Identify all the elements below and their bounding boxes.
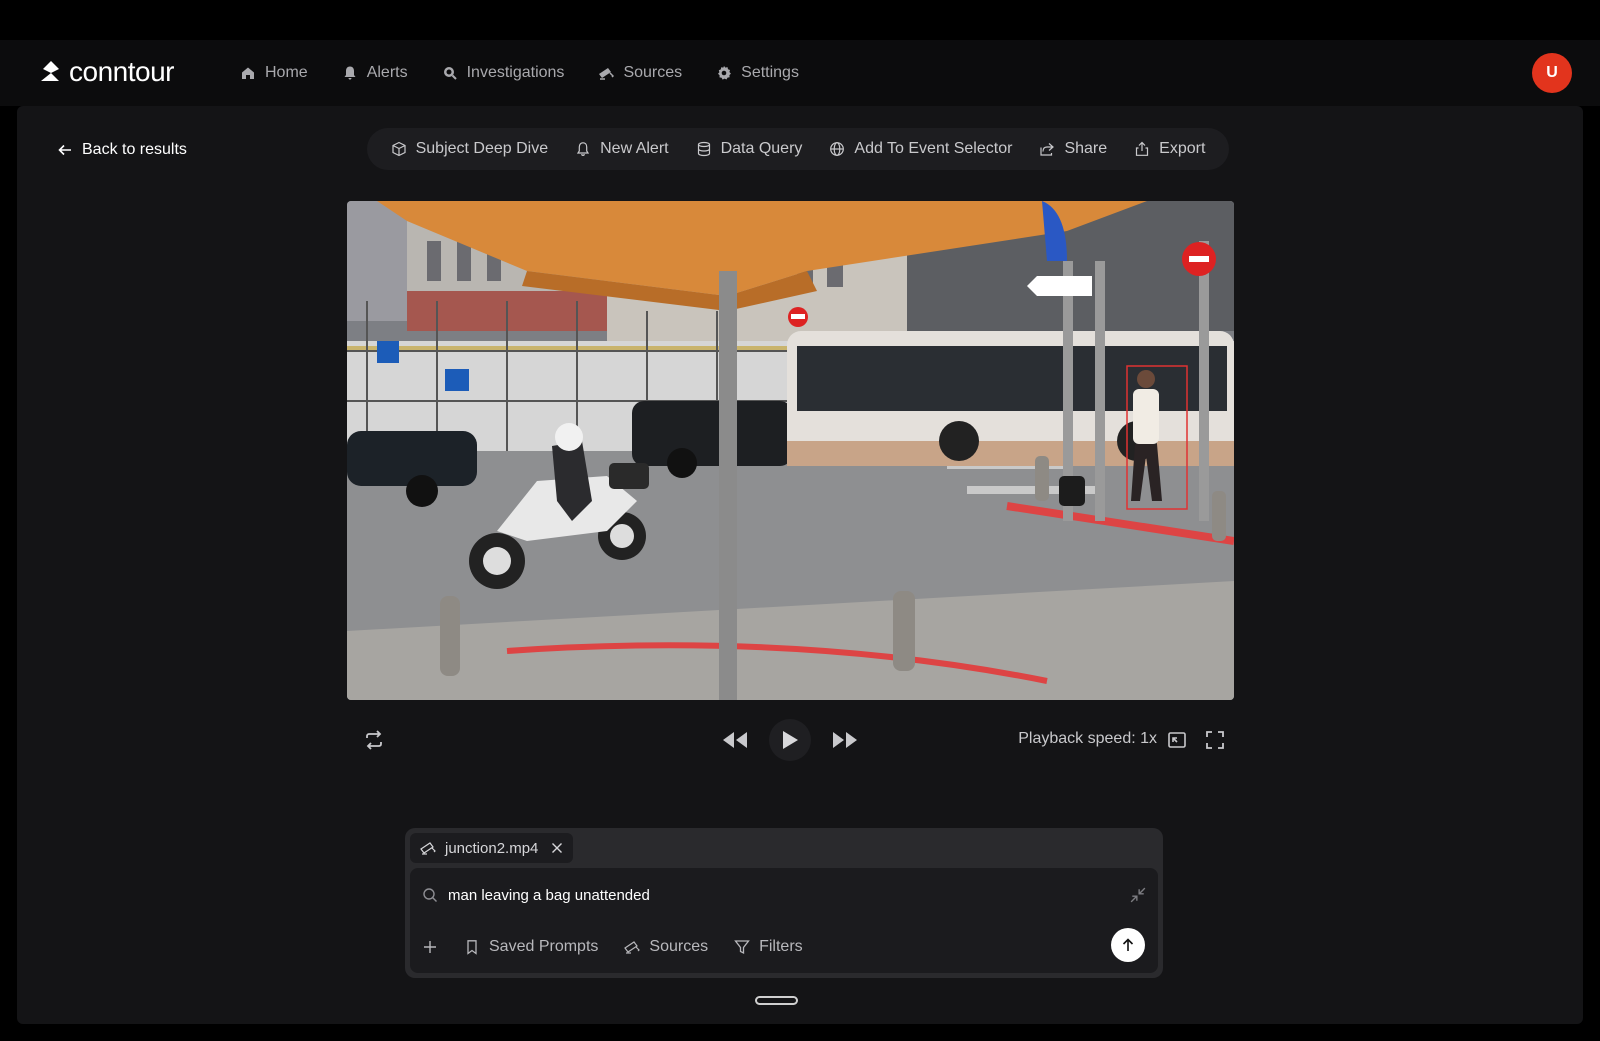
main-panel: Back to results Subject Deep Dive New Al… [17, 106, 1583, 1024]
top-navbar: conntour Home Alerts Investigations Sour… [0, 40, 1600, 106]
share-button[interactable]: Share [1039, 140, 1107, 158]
globe-icon [830, 142, 845, 156]
camera-icon [420, 842, 436, 855]
top-black-strip [0, 0, 1600, 40]
rewind-icon[interactable] [721, 729, 749, 751]
bell-icon [344, 66, 356, 80]
filters-button[interactable]: Filters [734, 938, 803, 956]
cube-icon [392, 141, 406, 157]
source-chip[interactable]: junction2.mp4 [410, 833, 574, 863]
subject-deep-dive-button[interactable]: Subject Deep Dive [391, 140, 549, 158]
tool-label: Add To Event Selector [854, 140, 1013, 157]
fast-forward-icon[interactable] [831, 729, 859, 751]
query-input-area: Saved Prompts Sources Filters [410, 868, 1158, 973]
fullscreen-icon[interactable] [1205, 730, 1225, 750]
camera-icon [599, 68, 615, 80]
search-input[interactable] [448, 886, 1120, 904]
back-to-results-link[interactable]: Back to results [57, 141, 187, 159]
home-icon [242, 67, 254, 79]
nav-item-label: Settings [741, 64, 799, 81]
sources-button[interactable]: Sources [624, 938, 708, 956]
player-controls: Playback speed: 1x [347, 718, 1234, 762]
nav-item-investigations[interactable]: Investigations [442, 64, 565, 82]
bookmark-icon [467, 940, 477, 955]
saved-prompts-button[interactable]: Saved Prompts [464, 938, 598, 956]
query-actions-row: Saved Prompts Sources Filters [422, 935, 803, 959]
nav-item-alerts[interactable]: Alerts [342, 64, 408, 82]
drag-handle[interactable] [755, 996, 798, 1005]
investigation-icon [443, 67, 457, 80]
back-label: Back to results [82, 141, 187, 158]
data-query-button[interactable]: Data Query [696, 140, 803, 158]
arrow-up-icon [1122, 938, 1134, 951]
arrow-left-icon [58, 144, 71, 156]
nav-item-label: Alerts [366, 64, 408, 81]
gear-icon [718, 66, 732, 80]
logo[interactable]: conntour [37, 56, 174, 88]
tool-label: Share [1064, 140, 1108, 157]
tool-label: Subject Deep Dive [415, 140, 549, 157]
search-row [422, 884, 1146, 906]
plus-icon[interactable] [422, 939, 438, 955]
nav-item-label: Home [265, 64, 308, 81]
new-alert-button[interactable]: New Alert [575, 140, 669, 158]
nav-item-label: Sources [623, 64, 683, 81]
camera-icon [624, 941, 641, 954]
nav-item-sources[interactable]: Sources [598, 64, 682, 82]
send-button[interactable] [1111, 928, 1145, 962]
add-to-event-selector-button[interactable]: Add To Event Selector [829, 140, 1012, 158]
bottom-black-strip [0, 1024, 1600, 1041]
tool-label: New Alert [600, 140, 669, 157]
close-icon[interactable] [551, 842, 563, 854]
picture-in-picture-icon[interactable] [1167, 730, 1187, 750]
collapse-icon[interactable] [1130, 887, 1146, 903]
tool-label: Export [1159, 140, 1206, 157]
sources-label: Sources [649, 938, 709, 955]
main-nav: Home Alerts Investigations Sources Setti… [240, 40, 799, 106]
tool-label: Data Query [720, 140, 803, 157]
source-chip-label: junction2.mp4 [445, 839, 539, 857]
nav-item-home[interactable]: Home [240, 64, 308, 82]
logo-text: conntour [69, 56, 174, 87]
play-button[interactable] [769, 719, 811, 761]
conntour-logo-icon [41, 61, 59, 81]
video-scene-image [347, 201, 1234, 700]
export-icon [1136, 141, 1149, 156]
saved-prompts-label: Saved Prompts [489, 938, 599, 955]
share-icon [1040, 143, 1055, 156]
nav-item-settings[interactable]: Settings [716, 64, 799, 82]
filters-label: Filters [759, 938, 803, 955]
user-avatar[interactable]: U [1532, 53, 1572, 93]
search-icon [423, 888, 437, 902]
video-frame[interactable] [347, 201, 1234, 700]
playback-speed-button[interactable]: Playback speed: 1x [1018, 730, 1157, 748]
bell-outline-icon [577, 142, 590, 157]
export-button[interactable]: Export [1134, 140, 1205, 158]
filter-icon [734, 940, 750, 955]
loop-icon[interactable] [363, 729, 385, 751]
action-toolbar: Subject Deep Dive New Alert Data Query A… [367, 128, 1229, 170]
database-icon [697, 141, 710, 157]
play-icon [783, 731, 798, 749]
query-box: junction2.mp4 Saved Prompts Sources [405, 828, 1163, 978]
nav-item-label: Investigations [466, 64, 565, 81]
